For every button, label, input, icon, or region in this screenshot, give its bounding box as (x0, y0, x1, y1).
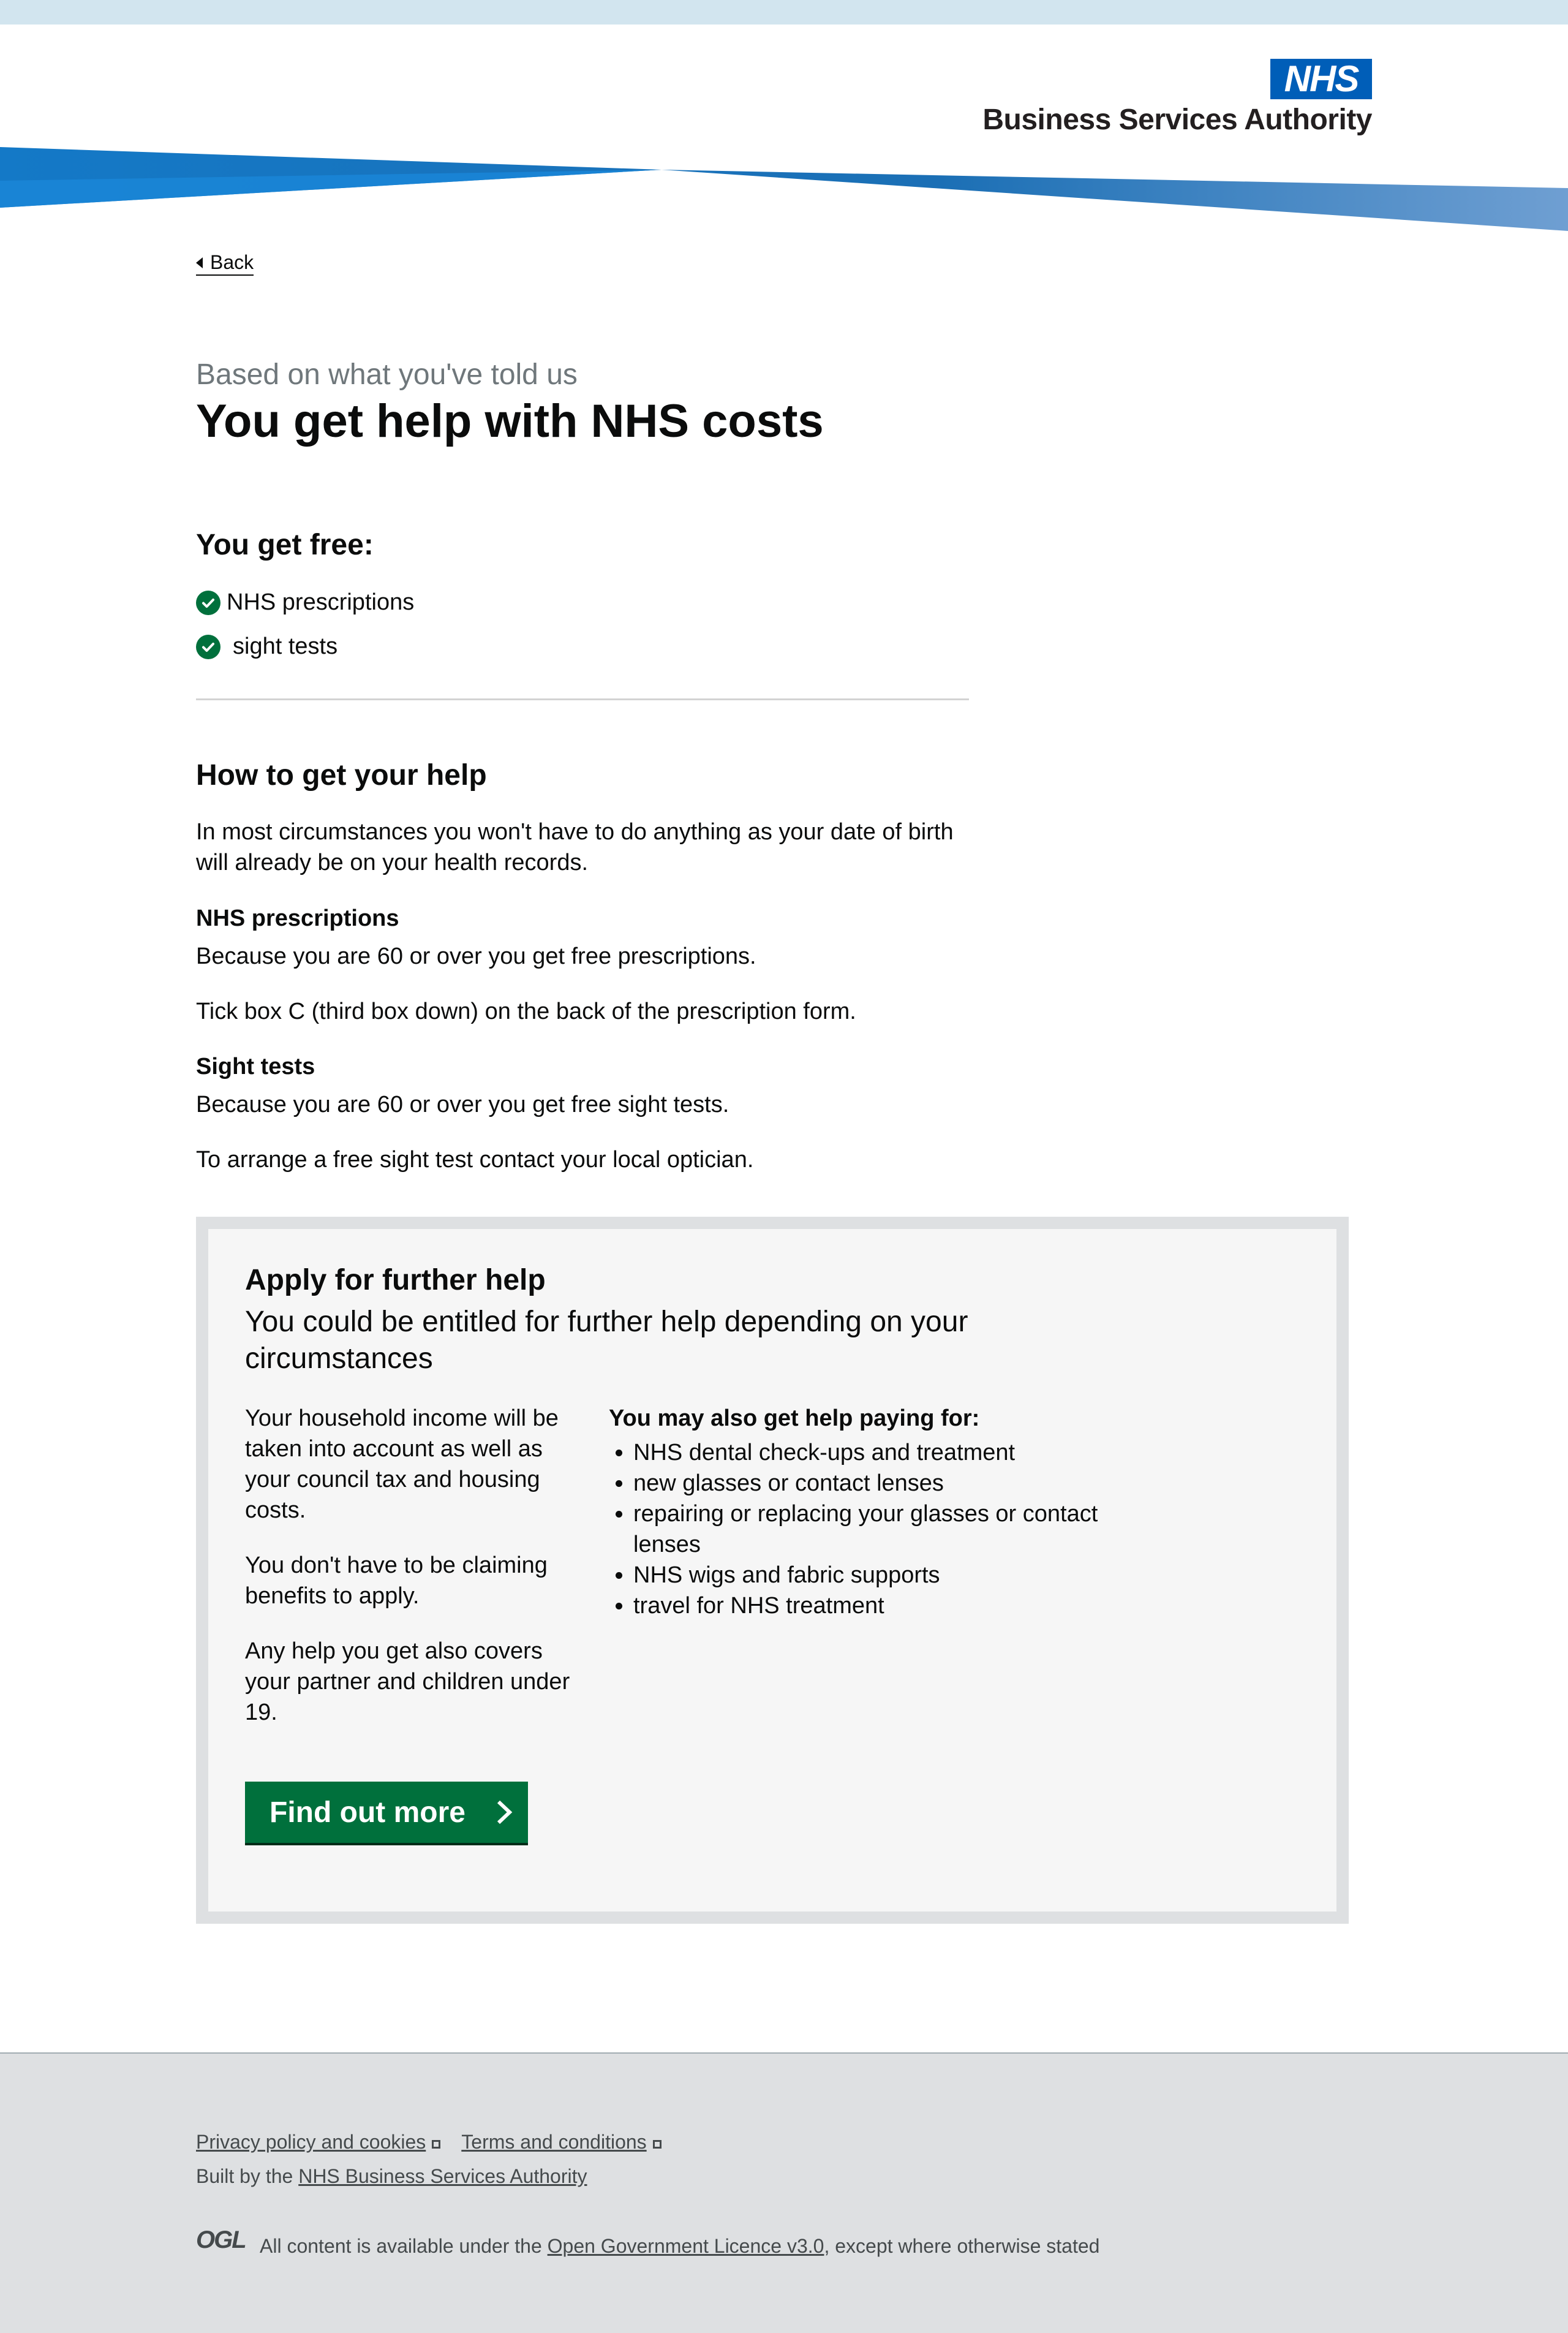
further-help-heading: Apply for further help (245, 1264, 546, 1296)
list-item: travel for NHS treatment (633, 1590, 1160, 1621)
logo-org-name: Business Services Authority (982, 104, 1372, 136)
list-item: NHS dental check-ups and treatment (633, 1437, 1160, 1468)
ogl-logo: OGL (196, 2226, 247, 2253)
sight-tests-line: To arrange a free sight test contact you… (196, 1147, 754, 1173)
privacy-policy-label: Privacy policy and cookies (196, 2131, 426, 2153)
check-circle-icon (196, 590, 221, 615)
external-link-icon (652, 2139, 662, 2149)
chevron-right-icon (497, 1800, 513, 1824)
how-heading: How to get your help (196, 759, 487, 792)
help-paying-heading: You may also get help paying for: (609, 1405, 980, 1431)
nhs-badge: NHS (1270, 59, 1372, 99)
header-swoosh (0, 147, 1568, 231)
licence-text: All content is available under the Open … (260, 2235, 1099, 2258)
free-item-label: NHS prescriptions (227, 589, 415, 615)
privacy-policy-link[interactable]: Privacy policy and cookies (196, 2131, 441, 2153)
nhsbsa-link[interactable]: NHS Business Services Authority (298, 2165, 587, 2187)
site-footer: Privacy policy and cookies Terms and con… (0, 2052, 1568, 2333)
further-help-panel: Apply for further help You could be enti… (196, 1217, 1349, 1924)
find-out-more-button[interactable]: Find out more (245, 1782, 528, 1843)
footer-links: Privacy policy and cookies Terms and con… (196, 2131, 662, 2153)
top-strip (0, 0, 1568, 25)
back-label: Back (210, 251, 254, 273)
prescriptions-heading: NHS prescriptions (196, 906, 399, 931)
back-link[interactable]: Back (196, 251, 254, 276)
page-title: You get help with NHS costs (196, 395, 824, 447)
further-help-paragraph: Your household income will be taken into… (245, 1405, 559, 1523)
licence-prefix: All content is available under the (260, 2235, 542, 2257)
built-by-prefix: Built by the (196, 2165, 293, 2187)
free-heading: You get free: (196, 529, 374, 561)
sight-tests-line: Because you are 60 or over you get free … (196, 1092, 729, 1117)
list-item: NHS wigs and fabric supports (633, 1560, 1160, 1590)
terms-label: Terms and conditions (461, 2131, 647, 2153)
caret-left-icon (196, 257, 203, 268)
how-intro: In most circumstances you won't have to … (196, 819, 954, 875)
check-circle-icon (196, 634, 221, 659)
external-link-icon (432, 2139, 441, 2149)
free-item: NHS prescriptions (196, 589, 414, 616)
further-help-paragraph: Any help you get also covers your partne… (245, 1638, 570, 1725)
further-help-panel-body: Apply for further help You could be enti… (208, 1229, 1336, 1911)
further-help-paragraph: You don't have to be claiming benefits t… (245, 1552, 548, 1609)
free-item-label: sight tests (233, 633, 338, 659)
prescriptions-line: Tick box C (third box down) on the back … (196, 999, 856, 1024)
further-help-lede: You could be entitled for further help d… (245, 1306, 968, 1375)
sight-tests-heading: Sight tests (196, 1054, 315, 1080)
free-item: sight tests (196, 633, 337, 660)
help-paying-list: NHS dental check-ups and treatment new g… (609, 1437, 1160, 1621)
result-caption: Based on what you've told us (196, 358, 578, 391)
ogl-link[interactable]: Open Government Licence v3.0 (548, 2235, 824, 2257)
list-item: new glasses or contact lenses (633, 1468, 1160, 1499)
licence-suffix: , except where otherwise stated (824, 2235, 1100, 2257)
find-out-more-label: Find out more (270, 1796, 466, 1829)
terms-link[interactable]: Terms and conditions (461, 2131, 662, 2153)
nhsbsa-logo[interactable]: NHS Business Services Authority (982, 59, 1372, 142)
section-divider (196, 698, 969, 700)
built-by: Built by the NHS Business Services Autho… (196, 2165, 587, 2188)
prescriptions-line: Because you are 60 or over you get free … (196, 943, 756, 969)
list-item: repairing or replacing your glasses or c… (633, 1499, 1160, 1560)
